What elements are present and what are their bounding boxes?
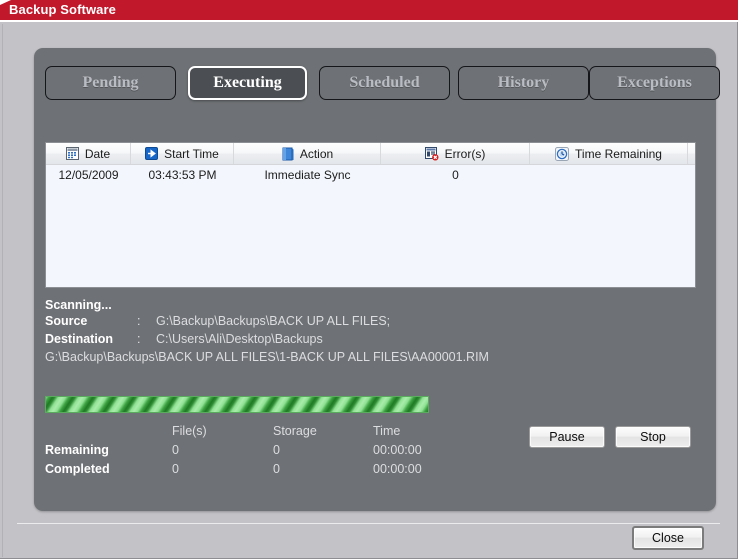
footer-separator: [17, 523, 720, 524]
column-header-action[interactable]: Action: [234, 143, 381, 164]
window-body: Pending Executing Scheduled History Exce…: [2, 24, 736, 557]
destination-label: Destination: [45, 332, 114, 346]
scanning-line: Scanning...: [45, 296, 695, 314]
stop-button-label: Stop: [640, 430, 666, 444]
column-header-start-time[interactable]: Start Time: [131, 143, 234, 164]
error-report-icon: [424, 146, 439, 161]
main-panel: Pending Executing Scheduled History Exce…: [34, 48, 720, 511]
cell-action: Immediate Sync: [264, 168, 351, 182]
window-title: Backup Software: [9, 2, 116, 17]
column-header-date[interactable]: Date: [46, 143, 131, 164]
tab-pending[interactable]: Pending: [45, 66, 176, 100]
stats-completed-files: 0: [172, 462, 179, 476]
close-button-label: Close: [652, 531, 684, 545]
table-row[interactable]: 12/05/2009 03:43:53 PM Immediate Sync 0: [46, 165, 695, 185]
cell-errors: 0: [452, 168, 459, 182]
pause-button[interactable]: Pause: [529, 426, 605, 448]
tab-exceptions[interactable]: Exceptions: [589, 66, 720, 100]
stats-remaining-files: 0: [172, 443, 179, 457]
scanning-label: Scanning...: [45, 298, 112, 312]
stats-header-row: File(s) Storage Time: [45, 424, 465, 443]
pause-button-label: Pause: [549, 430, 585, 444]
stats-remaining-label: Remaining: [45, 443, 109, 457]
destination-colon: :: [137, 332, 141, 346]
current-file-line: G:\Backup\Backups\BACK UP ALL FILES\1-BA…: [45, 350, 695, 368]
stats-completed-label: Completed: [45, 462, 110, 476]
source-value: G:\Backup\Backups\BACK UP ALL FILES;: [156, 314, 391, 328]
tab-scheduled[interactable]: Scheduled: [319, 66, 450, 100]
application-window: Backup Software Pending Executing Schedu…: [0, 0, 738, 559]
close-button[interactable]: Close: [632, 526, 704, 550]
source-line: Source : G:\Backup\Backups\BACK UP ALL F…: [45, 314, 695, 332]
calendar-icon: [65, 147, 79, 160]
progress-bar: [45, 396, 429, 413]
tab-history[interactable]: History: [458, 66, 589, 100]
stats-remaining-time: 00:00:00: [373, 443, 422, 457]
jobs-list-view[interactable]: Date Start Time Action Error(s) Time Rem…: [45, 142, 696, 288]
stats-header-files: File(s): [172, 424, 207, 438]
statistics-table: File(s) Storage Time Remaining 0 0 00:00…: [45, 424, 465, 481]
stop-button[interactable]: Stop: [615, 426, 691, 448]
column-header-time-remaining[interactable]: Time Remaining: [530, 143, 688, 164]
destination-value: C:\Users\Ali\Desktop\Backups: [156, 332, 323, 346]
column-header-action-label: Action: [299, 146, 334, 161]
tab-pending-label: Pending: [82, 74, 139, 91]
stats-header-time: Time: [373, 424, 401, 438]
tab-executing[interactable]: Executing: [188, 66, 307, 100]
stats-completed-time: 00:00:00: [373, 462, 422, 476]
cell-time-remaining: [530, 165, 688, 185]
stats-row-remaining: Remaining 0 0 00:00:00: [45, 443, 465, 462]
tab-executing-label: Executing: [213, 74, 282, 91]
list-header-row: Date Start Time Action Error(s) Time Rem…: [46, 143, 695, 165]
status-block: Scanning... Source : G:\Backup\Backups\B…: [45, 296, 695, 368]
tab-scheduled-label: Scheduled: [349, 74, 420, 91]
tab-bar: Pending Executing Scheduled History Exce…: [45, 66, 720, 102]
stats-remaining-storage: 0: [273, 443, 280, 457]
source-label: Source: [45, 314, 88, 328]
blue-arrow-icon: [145, 147, 159, 160]
blue-folder-icon: [281, 147, 294, 161]
clock-icon: [555, 146, 570, 161]
stats-header-storage: Storage: [273, 424, 317, 438]
cell-date: 12/05/2009: [58, 168, 119, 182]
source-colon: :: [137, 314, 141, 328]
column-header-errors-label: Error(s): [444, 146, 486, 161]
column-header-spacer: [688, 143, 695, 164]
stats-row-completed: Completed 0 0 00:00:00: [45, 462, 465, 481]
tab-history-label: History: [497, 74, 550, 91]
tab-exceptions-label: Exceptions: [617, 74, 692, 91]
current-file-path: G:\Backup\Backups\BACK UP ALL FILES\1-BA…: [45, 350, 489, 364]
column-header-start-time-label: Start Time: [164, 146, 219, 161]
destination-line: Destination : C:\Users\Ali\Desktop\Backu…: [45, 332, 695, 350]
column-header-time-remaining-label: Time Remaining: [575, 146, 662, 161]
stats-completed-storage: 0: [273, 462, 280, 476]
column-header-date-label: Date: [84, 146, 111, 161]
cell-start-time: 03:43:53 PM: [148, 168, 217, 182]
column-header-errors[interactable]: Error(s): [381, 143, 530, 164]
title-bar: Backup Software: [0, 0, 738, 22]
